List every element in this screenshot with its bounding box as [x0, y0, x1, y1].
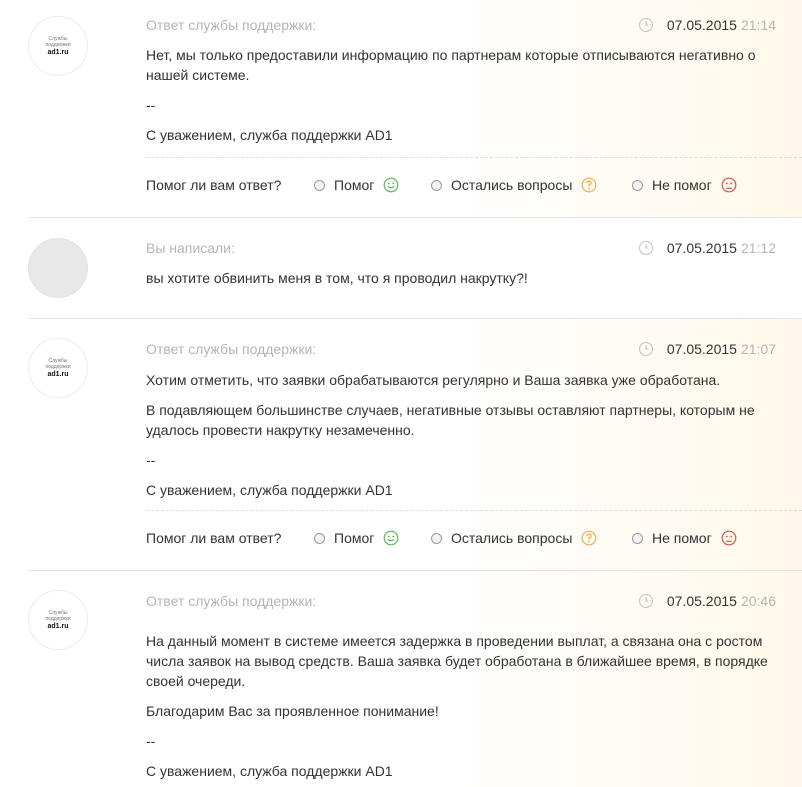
support-message: Службы поддержки ad1.ru Ответ службы под… — [28, 571, 802, 787]
message-date: 07.05.2015 — [666, 240, 737, 256]
message-body: вы хотите обвинить меня в том, что я про… — [146, 268, 778, 288]
feedback-option-label: Помог — [334, 530, 375, 546]
message-body: Нет, мы только предоставили информацию п… — [146, 45, 778, 145]
message-paragraph: В подавляющем большинстве случаев, негат… — [146, 402, 755, 438]
message-date: 07.05.2015 — [666, 341, 737, 357]
feedback-option-questions[interactable]: Остались вопросы — [431, 177, 597, 193]
radio-button[interactable] — [431, 532, 442, 544]
feedback-option-label: Остались вопросы — [451, 530, 573, 546]
feedback-option-questions[interactable]: Остались вопросы — [431, 530, 597, 546]
feedback-option-label: Остались вопросы — [451, 177, 573, 193]
smile-icon — [383, 530, 399, 546]
clock-icon — [638, 593, 654, 609]
feedback-option-label: Не помог — [652, 177, 712, 193]
feedback-question: Помог ли вам ответ? — [146, 177, 282, 193]
feedback-bar: Помог ли вам ответ? Помог Остались вопро… — [146, 177, 737, 193]
feedback-option-not-helped[interactable]: Не помог — [632, 530, 737, 546]
message-author: Ответ службы поддержки: — [146, 341, 317, 357]
avatar-logo-text: ad1.ru — [47, 370, 69, 378]
avatar-logo-text: ad1.ru — [47, 622, 69, 630]
user-avatar — [28, 238, 88, 298]
avatar-logo-text: ad1.ru — [47, 48, 69, 56]
radio-button[interactable] — [314, 532, 325, 544]
feedback-option-helped[interactable]: Помог — [314, 177, 399, 193]
dashed-divider — [146, 510, 802, 511]
radio-button[interactable] — [431, 179, 442, 191]
message-time: 20:46 — [740, 593, 776, 609]
message-timestamp: 07.05.2015 20:46 — [638, 593, 776, 609]
dashed-divider — [146, 157, 802, 158]
message-author: Ответ службы поддержки: — [146, 17, 317, 33]
message-paragraph: Хотим отметить, что заявки обрабатываютс… — [146, 372, 721, 388]
radio-button[interactable] — [632, 179, 643, 191]
feedback-question: Помог ли вам ответ? — [146, 530, 282, 546]
clock-icon — [638, 341, 654, 357]
clock-icon — [638, 17, 654, 33]
message-date: 07.05.2015 — [666, 593, 737, 609]
support-message: Службы поддержки ad1.ru Ответ службы под… — [28, 319, 802, 570]
message-paragraph: Нет, мы только предоставили информацию п… — [146, 47, 756, 83]
message-paragraph: Благодарим Вас за проявленное понимание! — [146, 703, 439, 719]
user-message: Вы написали: 07.05.2015 21:12 вы хотите о… — [28, 218, 802, 318]
signature-separator: -- — [146, 452, 156, 468]
message-paragraph: вы хотите обвинить меня в том, что я про… — [146, 270, 528, 286]
frown-icon — [721, 530, 737, 546]
frown-icon — [721, 177, 737, 193]
support-message: Службы поддержки ad1.ru Ответ службы под… — [28, 0, 802, 217]
message-timestamp: 07.05.2015 21:14 — [638, 17, 776, 33]
signature: С уважением, служба поддержки AD1 — [146, 763, 393, 779]
message-timestamp: 07.05.2015 21:07 — [638, 341, 776, 357]
message-time: 21:07 — [740, 341, 776, 357]
message-body: Хотим отметить, что заявки обрабатываютс… — [146, 370, 778, 500]
signature-separator: -- — [146, 733, 156, 749]
message-paragraph: На данный момент в системе имеется задер… — [146, 633, 768, 689]
support-avatar: Службы поддержки ad1.ru — [28, 16, 88, 76]
message-timestamp: 07.05.2015 21:12 — [638, 240, 776, 256]
support-avatar: Службы поддержки ad1.ru — [28, 338, 88, 398]
message-body: На данный момент в системе имеется задер… — [146, 631, 778, 781]
question-icon — [581, 530, 597, 546]
message-date: 07.05.2015 — [666, 17, 737, 33]
radio-button[interactable] — [314, 179, 325, 191]
radio-button[interactable] — [632, 532, 643, 544]
message-author: Вы написали: — [146, 240, 235, 256]
question-icon — [581, 177, 597, 193]
signature-separator: -- — [146, 97, 156, 113]
message-time: 21:12 — [740, 240, 776, 256]
message-time: 21:14 — [740, 17, 776, 33]
feedback-option-not-helped[interactable]: Не помог — [632, 177, 737, 193]
feedback-option-label: Помог — [334, 177, 375, 193]
feedback-bar: Помог ли вам ответ? Помог Остались вопро… — [146, 530, 737, 546]
message-author: Ответ службы поддержки: — [146, 593, 317, 609]
feedback-option-label: Не помог — [652, 530, 712, 546]
clock-icon — [638, 240, 654, 256]
smile-icon — [383, 177, 399, 193]
feedback-option-helped[interactable]: Помог — [314, 530, 399, 546]
signature: С уважением, служба поддержки AD1 — [146, 482, 393, 498]
signature: С уважением, служба поддержки AD1 — [146, 127, 393, 143]
support-avatar: Службы поддержки ad1.ru — [28, 590, 88, 650]
